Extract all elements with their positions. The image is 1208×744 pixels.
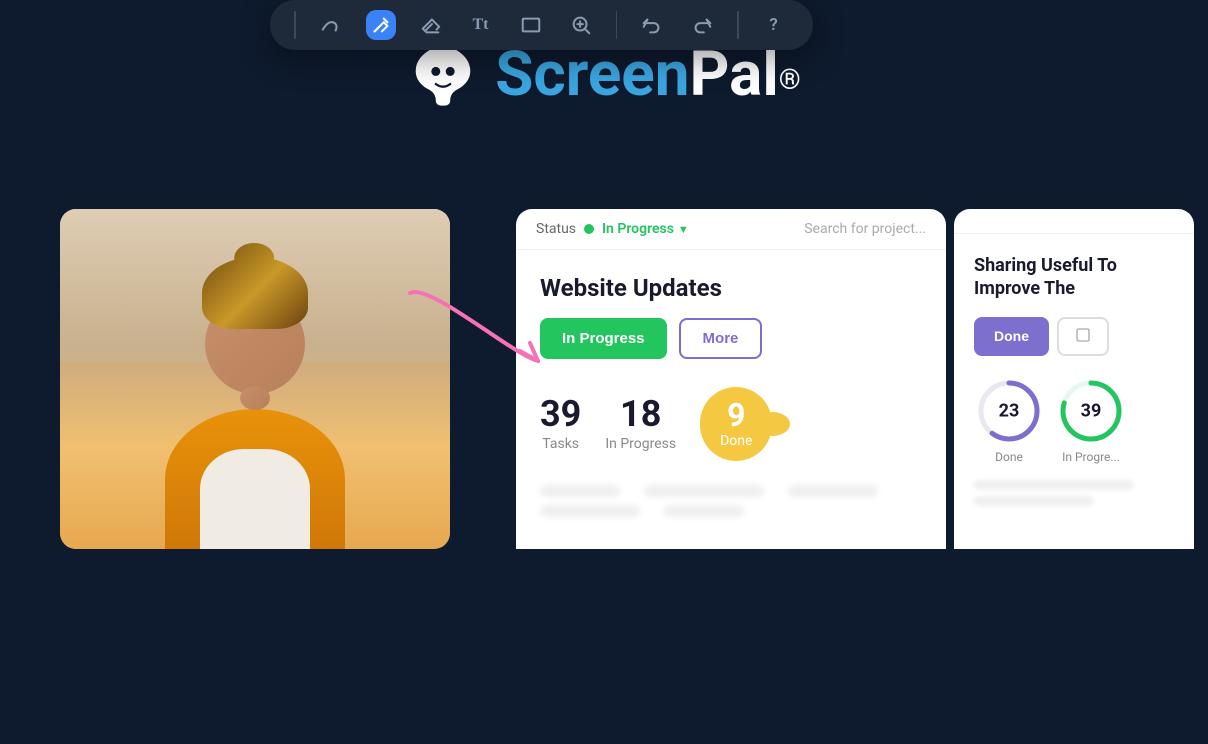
toolbar: Tt ? — [270, 0, 813, 50]
highlighter-icon[interactable] — [366, 10, 396, 40]
main-card: Status In Progress ▼ Search for project.… — [516, 209, 946, 549]
blurred-data-row1 — [540, 485, 922, 497]
secondary-blurred-rows — [974, 480, 1174, 506]
logo-reg: ® — [779, 63, 801, 96]
help-symbol: ? — [769, 15, 777, 35]
blurred-data-row2 — [540, 505, 922, 517]
in-progress-circle-stat: 39 In Progre... — [1056, 376, 1126, 464]
done-count: 9 — [720, 399, 752, 431]
chevron-down-icon: ▼ — [678, 223, 689, 236]
project-title: Website Updates — [540, 274, 922, 302]
tasks-label: Tasks — [540, 436, 581, 452]
status-dot — [584, 224, 594, 234]
sec-blurred-1 — [974, 480, 1134, 490]
in-progress-count: 18 — [605, 396, 676, 432]
card-header: Status In Progress ▼ Search for project.… — [516, 209, 946, 250]
action-buttons: In Progress More — [540, 318, 922, 359]
person-silhouette — [60, 209, 450, 549]
text-icon[interactable]: Tt — [466, 10, 496, 40]
person-photo — [60, 209, 450, 549]
redo-icon[interactable] — [687, 10, 717, 40]
stats-row: 39 Tasks 18 In Progress 9 Done — [540, 387, 922, 461]
in-progress-stat: 18 In Progress — [605, 396, 676, 452]
secondary-buttons: Done — [974, 317, 1174, 356]
help-icon[interactable]: ? — [759, 10, 789, 40]
pen-curved-icon[interactable] — [316, 10, 346, 40]
in-progress-circle-ring: 39 — [1056, 376, 1126, 446]
text-symbol: Tt — [473, 16, 489, 34]
tasks-stat: 39 Tasks — [540, 396, 581, 452]
blurred-item-3 — [788, 485, 878, 497]
done-circle-num: 23 — [999, 400, 1020, 421]
blurred-item-5 — [664, 505, 744, 517]
app-ui-panel: Status In Progress ▼ Search for project.… — [516, 209, 1208, 549]
done-badge: 9 Done — [700, 387, 772, 461]
done-button[interactable]: Done — [974, 317, 1049, 356]
status-row: Status In Progress ▼ — [536, 221, 689, 237]
done-circle-stat: 23 Done — [974, 376, 1044, 464]
circles-row: 23 Done 39 — [974, 376, 1174, 464]
rectangle-icon[interactable] — [516, 10, 546, 40]
blurred-item-1 — [540, 485, 620, 497]
in-progress-circle-num: 39 — [1081, 400, 1102, 421]
status-value: In Progress — [602, 221, 674, 237]
done-circle-label: Done — [974, 450, 1044, 464]
in-progress-circle-label: In Progre... — [1056, 450, 1126, 464]
search-placeholder: Search for project... — [804, 221, 926, 237]
sec-blurred-2 — [974, 496, 1094, 506]
in-progress-label: In Progress — [605, 436, 676, 452]
secondary-more-button[interactable] — [1057, 317, 1109, 356]
secondary-card-body: Sharing Useful To Improve The Done — [954, 234, 1194, 532]
secondary-card: Sharing Useful To Improve The Done — [954, 209, 1194, 549]
in-progress-button[interactable]: In Progress — [540, 318, 667, 359]
zoom-icon[interactable] — [566, 10, 596, 40]
done-circle-ring: 23 — [974, 376, 1044, 446]
undo-icon[interactable] — [637, 10, 667, 40]
status-badge[interactable]: In Progress ▼ — [602, 221, 689, 237]
search-box[interactable]: Search for project... — [804, 221, 926, 237]
card-body: Website Updates In Progress More 39 Task… — [516, 250, 946, 533]
secondary-card-header — [954, 209, 1194, 234]
more-button[interactable]: More — [679, 318, 763, 359]
toolbar-divider-mid — [616, 11, 618, 39]
done-label: Done — [720, 433, 752, 449]
main-content: Status In Progress ▼ Search for project.… — [0, 141, 1208, 549]
blurred-item-4 — [540, 505, 640, 517]
status-label: Status — [536, 221, 576, 237]
tasks-count: 39 — [540, 396, 581, 432]
toolbar-divider-left — [294, 11, 296, 39]
toolbar-divider-right — [737, 11, 739, 39]
eraser-icon[interactable] — [416, 10, 446, 40]
blurred-item-2 — [644, 485, 764, 497]
secondary-title: Sharing Useful To Improve The — [974, 254, 1174, 301]
